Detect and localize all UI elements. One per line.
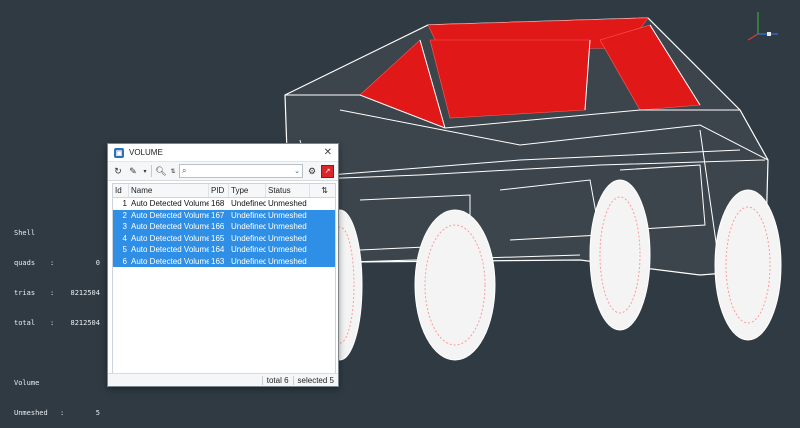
model-statistics: Shell quads:0 trias:8212504 total:821250… — [14, 208, 100, 428]
dialog-titlebar[interactable]: ▣ VOLUME ✕ — [108, 144, 338, 162]
stat-row-unmeshed: Unmeshed:5 — [14, 409, 100, 417]
zoom-dropdown-icon[interactable]: ⇅ — [170, 165, 176, 177]
stat-row-quads: quads:0 — [14, 259, 100, 267]
search-input[interactable]: ⌕ ⌄ — [179, 164, 303, 178]
axis-triad — [742, 6, 792, 46]
settings-gear-icon[interactable]: ⚙ — [306, 165, 318, 177]
pick-dropdown-icon[interactable]: ▾ — [142, 165, 148, 177]
search-icon: ⌕ — [182, 166, 187, 175]
volume-dialog[interactable]: ▣ VOLUME ✕ ↻ ✎ ▾ 🔍︎ ⇅ ⌕ ⌄ ⚙ ↗ Id Name PI… — [107, 143, 339, 387]
col-header-name[interactable]: Name — [129, 184, 209, 197]
dialog-title: VOLUME — [129, 148, 163, 157]
stat-row-total: total:8212504 — [14, 319, 100, 327]
wheel-rear-right — [714, 189, 782, 341]
chevron-down-icon[interactable]: ⌄ — [294, 167, 300, 175]
pick-tool-icon[interactable]: ✎ — [127, 165, 139, 177]
col-header-type[interactable]: Type — [229, 184, 266, 197]
col-header-status[interactable]: Status — [266, 184, 310, 197]
dialog-statusbar: total 6 selected 5 — [108, 373, 338, 386]
table-row[interactable]: 1 Auto Detected Volume 168 Undefined Unm… — [113, 198, 335, 210]
table-row[interactable]: 4 Auto Detected Volume 165 Undefined Unm… — [113, 232, 335, 244]
app-icon: ▣ — [114, 147, 124, 158]
refresh-icon[interactable]: ↻ — [112, 165, 124, 177]
table-row[interactable]: 3 Auto Detected Volume 166 Undefined Unm… — [113, 221, 335, 233]
sort-icon[interactable]: ⇅ — [310, 184, 332, 197]
red-action-icon[interactable]: ↗ — [321, 164, 334, 178]
stat-row-trias: trias:8212504 — [14, 289, 100, 297]
status-selected: selected 5 — [292, 375, 338, 385]
zoom-icon[interactable]: 🔍︎ — [155, 165, 167, 177]
z-axis-icon — [747, 33, 759, 41]
wheel-front-right — [589, 179, 651, 331]
shell-heading: Shell — [14, 229, 36, 237]
wheel-front-left — [414, 209, 496, 361]
col-header-pid[interactable]: PID — [209, 184, 229, 197]
volume-table: Id Name PID Type Status ⇅ 1 Auto Detecte… — [112, 183, 336, 375]
table-rows: 1 Auto Detected Volume 168 Undefined Unm… — [113, 198, 335, 267]
table-row[interactable]: 2 Auto Detected Volume 167 Undefined Unm… — [113, 209, 335, 221]
col-header-id[interactable]: Id — [113, 184, 129, 197]
table-header: Id Name PID Type Status ⇅ — [113, 184, 335, 198]
table-row[interactable]: 6 Auto Detected Volume 163 Undefined Unm… — [113, 255, 335, 267]
dialog-toolbar: ↻ ✎ ▾ 🔍︎ ⇅ ⌕ ⌄ ⚙ ↗ — [108, 162, 338, 181]
table-row[interactable]: 5 Auto Detected Volume 164 Undefined Unm… — [113, 244, 335, 256]
status-total: total 6 — [261, 375, 293, 385]
volume-heading: Volume — [14, 379, 40, 387]
close-icon[interactable]: ✕ — [324, 147, 332, 158]
